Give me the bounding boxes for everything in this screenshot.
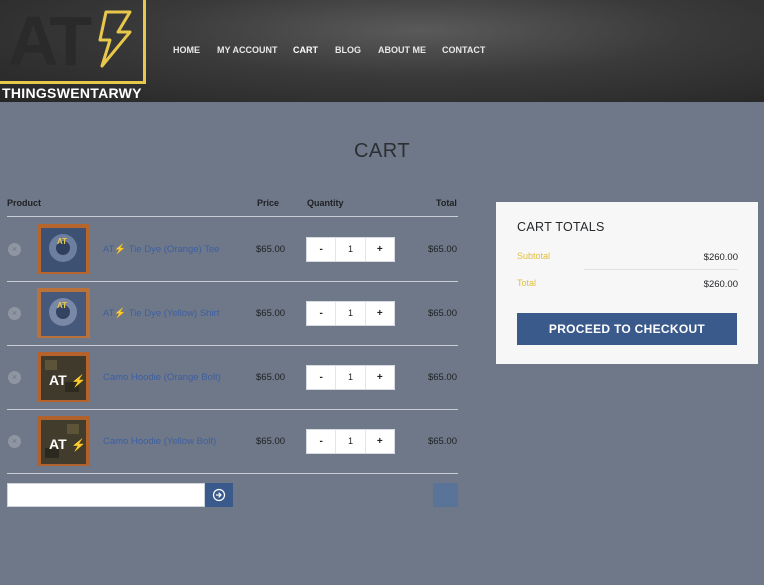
- cart-row: × AT ⚡ Camo Hoodie (Orange Bolt) $65.00 …: [0, 345, 460, 409]
- remove-item-button[interactable]: ×: [8, 435, 21, 448]
- product-thumbnail[interactable]: AT ⚡: [37, 416, 90, 466]
- product-name-link[interactable]: AT⚡ Tie Dye (Yellow) Shirt: [103, 308, 219, 319]
- col-header-total: Total: [436, 198, 457, 208]
- quantity-stepper: - 1 +: [306, 365, 395, 390]
- cart-totals-title: CART TOTALS: [517, 220, 605, 234]
- product-name-link[interactable]: Camo Hoodie (Orange Bolt): [103, 372, 221, 383]
- quantity-decrease-button[interactable]: -: [307, 430, 335, 453]
- svg-text:AT: AT: [57, 301, 67, 310]
- row-total: $65.00: [427, 308, 457, 319]
- remove-item-button[interactable]: ×: [8, 371, 21, 384]
- remove-item-button[interactable]: ×: [8, 243, 21, 256]
- row-total: $65.00: [427, 244, 457, 255]
- nav-blog[interactable]: BLOG: [335, 45, 361, 55]
- brand-name[interactable]: THINGSWENTARWY: [2, 85, 142, 101]
- quantity-increase-button[interactable]: +: [366, 366, 394, 389]
- cart-row: × AT AT⚡ Tie Dye (Yellow) Shirt $65.00 -…: [0, 281, 460, 345]
- svg-text:⚡: ⚡: [71, 374, 86, 388]
- product-name-link[interactable]: Camo Hoodie (Yellow Bolt): [103, 436, 216, 447]
- proceed-to-checkout-button[interactable]: PROCEED TO CHECKOUT: [517, 313, 737, 345]
- nav-my-account[interactable]: MY ACCOUNT: [217, 45, 278, 55]
- quantity-decrease-button[interactable]: -: [307, 366, 335, 389]
- svg-text:AT: AT: [57, 237, 67, 246]
- quantity-input[interactable]: 1: [335, 430, 366, 453]
- quantity-decrease-button[interactable]: -: [307, 238, 335, 261]
- quantity-input[interactable]: 1: [335, 302, 366, 325]
- quantity-decrease-button[interactable]: -: [307, 302, 335, 325]
- col-header-price: Price: [257, 198, 280, 208]
- divider: [7, 473, 458, 474]
- quantity-stepper: - 1 +: [306, 429, 395, 454]
- subtotal-value: $260.00: [703, 252, 738, 263]
- quantity-input[interactable]: 1: [335, 238, 366, 261]
- nav-home[interactable]: HOME: [173, 45, 200, 55]
- coupon-code-input[interactable]: [7, 483, 205, 507]
- remove-item-button[interactable]: ×: [8, 307, 21, 320]
- product-price: $65.00: [256, 244, 286, 255]
- subtotal-label: Subtotal: [517, 251, 551, 261]
- lightning-bolt-icon: [98, 10, 132, 68]
- quantity-stepper: - 1 +: [306, 301, 395, 326]
- nav-contact[interactable]: CONTACT: [442, 45, 485, 55]
- cart-row: × AT AT⚡ Tie Dye (Orange) Tee $65.00 - 1…: [0, 217, 460, 281]
- logo[interactable]: AT: [0, 0, 146, 84]
- col-header-quantity: Quantity: [307, 198, 344, 208]
- svg-text:AT: AT: [49, 436, 67, 452]
- quantity-input[interactable]: 1: [335, 366, 366, 389]
- total-label: Total: [517, 278, 537, 288]
- arrow-right-circle-icon: [212, 488, 226, 502]
- update-cart-button[interactable]: [433, 483, 458, 507]
- total-value: $260.00: [703, 279, 738, 290]
- quantity-stepper: - 1 +: [306, 237, 395, 262]
- quantity-increase-button[interactable]: +: [366, 430, 394, 453]
- row-total: $65.00: [427, 436, 457, 447]
- product-thumbnail[interactable]: AT ⚡: [37, 352, 90, 402]
- nav-cart[interactable]: CART: [293, 45, 318, 55]
- row-total: $65.00: [427, 372, 457, 383]
- logo-text: AT: [8, 2, 92, 80]
- product-thumbnail[interactable]: AT: [37, 288, 90, 338]
- quantity-increase-button[interactable]: +: [366, 302, 394, 325]
- product-name-link[interactable]: AT⚡ Tie Dye (Orange) Tee: [103, 244, 220, 255]
- svg-text:⚡: ⚡: [71, 438, 86, 452]
- svg-text:AT: AT: [49, 372, 67, 388]
- product-thumbnail[interactable]: AT: [37, 224, 90, 274]
- apply-coupon-button[interactable]: [205, 483, 233, 507]
- divider: [584, 269, 738, 270]
- cart-totals-panel: CART TOTALS Subtotal $260.00 Total $260.…: [496, 202, 758, 364]
- nav-about-me[interactable]: ABOUT ME: [378, 45, 426, 55]
- site-header: AT THINGSWENTARWY HOME MY ACCOUNT CART B…: [0, 0, 764, 102]
- col-header-product: Product: [7, 198, 42, 208]
- product-price: $65.00: [256, 436, 286, 447]
- page-title: CART: [353, 140, 411, 162]
- product-price: $65.00: [256, 372, 286, 383]
- quantity-increase-button[interactable]: +: [366, 238, 394, 261]
- cart-row: × AT ⚡ Camo Hoodie (Yellow Bolt) $65.00 …: [0, 409, 460, 473]
- product-price: $65.00: [256, 308, 286, 319]
